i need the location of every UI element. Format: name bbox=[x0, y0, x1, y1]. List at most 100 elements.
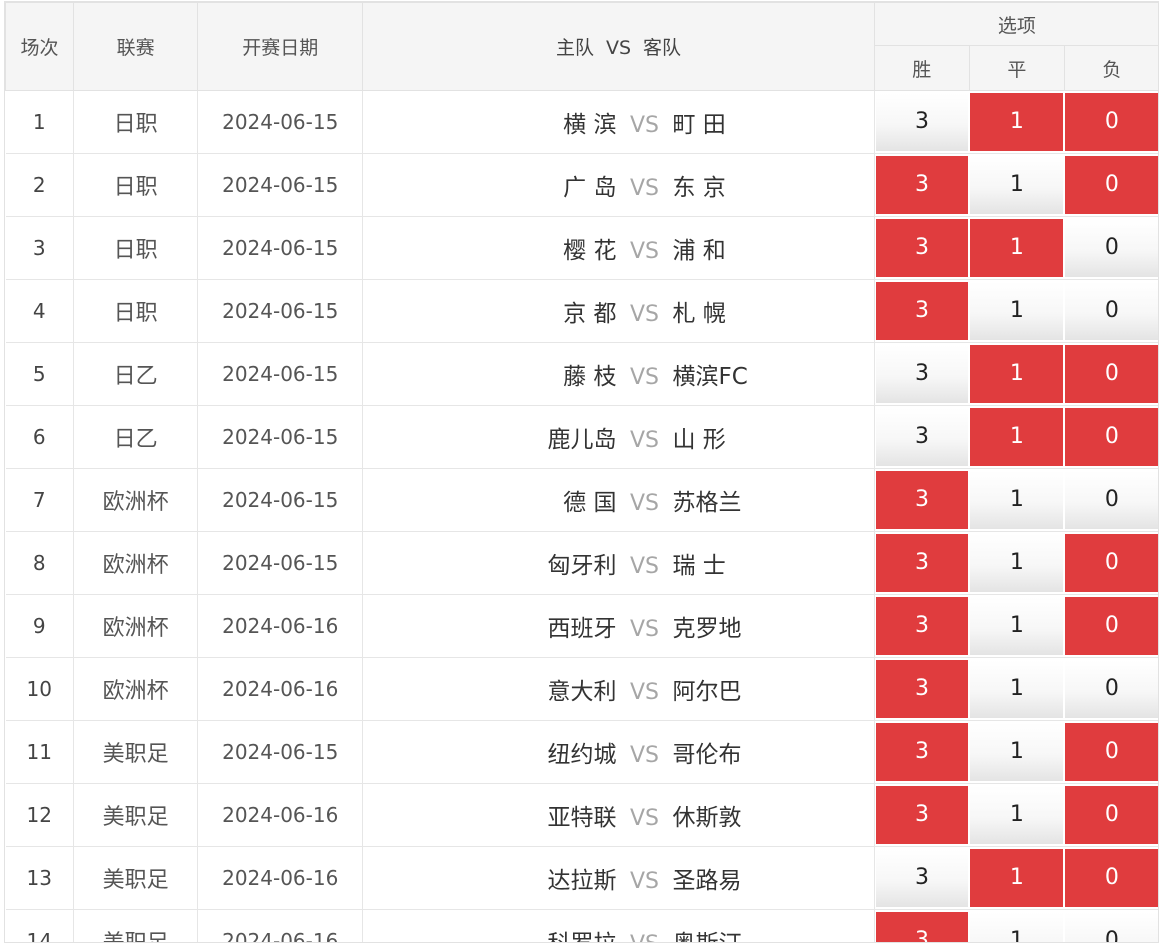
option-win-button[interactable]: 3 bbox=[875, 597, 969, 655]
option-cell: 0 bbox=[1064, 468, 1158, 532]
match-teams: 意大利 VS 阿尔巴 bbox=[362, 657, 875, 721]
option-cell: 0 bbox=[1064, 279, 1158, 343]
option-win-button[interactable]: 3 bbox=[875, 471, 969, 529]
option-lose-button[interactable]: 0 bbox=[1065, 408, 1158, 466]
option-lose-button[interactable]: 0 bbox=[1065, 471, 1158, 529]
match-league: 日乙 bbox=[73, 342, 199, 406]
option-win-button[interactable]: 3 bbox=[875, 408, 969, 466]
header-away-label: 客队 bbox=[643, 37, 682, 59]
option-draw-button[interactable]: 1 bbox=[970, 660, 1064, 718]
match-league: 欧洲杯 bbox=[73, 468, 199, 532]
option-draw-button[interactable]: 1 bbox=[970, 723, 1064, 781]
header-league: 联赛 bbox=[73, 2, 199, 91]
option-win-button[interactable]: 3 bbox=[875, 660, 969, 718]
away-team: 苏格兰 bbox=[672, 490, 742, 516]
option-lose-button[interactable]: 0 bbox=[1065, 723, 1158, 781]
option-lose-button[interactable]: 0 bbox=[1065, 93, 1158, 151]
home-team: 藤 枝 bbox=[563, 364, 617, 390]
header-no: 场次 bbox=[5, 2, 75, 91]
option-cell: 1 bbox=[969, 909, 1065, 942]
match-no: 8 bbox=[5, 531, 75, 595]
match-league: 日职 bbox=[73, 216, 199, 280]
option-win-button[interactable]: 3 bbox=[875, 156, 969, 214]
option-lose-button[interactable]: 0 bbox=[1065, 912, 1158, 942]
header-win: 胜 bbox=[873, 45, 970, 91]
option-draw-button[interactable]: 1 bbox=[970, 156, 1064, 214]
match-no: 10 bbox=[5, 657, 75, 721]
option-draw-button[interactable]: 1 bbox=[970, 534, 1064, 592]
match-league: 美职足 bbox=[73, 909, 199, 942]
match-teams: 京 都 VS 札 幌 bbox=[362, 279, 875, 343]
option-draw-button[interactable]: 1 bbox=[970, 471, 1064, 529]
option-lose-button[interactable]: 0 bbox=[1065, 282, 1158, 340]
vs-label: VS bbox=[629, 491, 659, 516]
match-date: 2024-06-15 bbox=[197, 279, 364, 343]
option-draw-button[interactable]: 1 bbox=[970, 219, 1064, 277]
option-cell: 3 bbox=[874, 531, 970, 595]
option-cell: 3 bbox=[874, 657, 970, 721]
option-draw-button[interactable]: 1 bbox=[970, 912, 1064, 942]
option-draw-button[interactable]: 1 bbox=[970, 786, 1064, 844]
option-win-button[interactable]: 3 bbox=[875, 912, 969, 942]
option-draw-button[interactable]: 1 bbox=[970, 597, 1064, 655]
vs-label: VS bbox=[629, 554, 659, 579]
header-vs: VS bbox=[605, 37, 632, 59]
match-teams: 鹿儿岛 VS 山 形 bbox=[362, 405, 875, 469]
option-draw-button[interactable]: 1 bbox=[970, 849, 1064, 907]
match-date: 2024-06-15 bbox=[197, 531, 364, 595]
match-league: 欧洲杯 bbox=[73, 531, 199, 595]
match-no: 14 bbox=[5, 909, 75, 942]
match-teams: 藤 枝 VS 横滨FC bbox=[362, 342, 875, 406]
option-cell: 3 bbox=[874, 846, 970, 910]
header-home-label: 主队 bbox=[555, 37, 594, 59]
match-teams: 西班牙 VS 克罗地 bbox=[362, 594, 875, 658]
option-lose-button[interactable]: 0 bbox=[1065, 849, 1158, 907]
table-row: 9 欧洲杯 2024-06-16 西班牙 VS 克罗地 3 1 0 bbox=[5, 594, 1158, 658]
home-team: 广 岛 bbox=[563, 175, 617, 201]
match-teams: 匈牙利 VS 瑞 士 bbox=[362, 531, 875, 595]
home-team: 纽约城 bbox=[547, 742, 617, 768]
option-win-button[interactable]: 3 bbox=[875, 723, 969, 781]
away-team: 哥伦布 bbox=[672, 742, 742, 768]
option-draw-button[interactable]: 1 bbox=[970, 345, 1064, 403]
option-cell: 3 bbox=[874, 720, 970, 784]
option-cell: 0 bbox=[1064, 783, 1158, 847]
option-draw-button[interactable]: 1 bbox=[970, 93, 1064, 151]
option-win-button[interactable]: 3 bbox=[875, 786, 969, 844]
option-cell: 0 bbox=[1064, 531, 1158, 595]
match-teams: 亚特联 VS 休斯敦 bbox=[362, 783, 875, 847]
option-win-button[interactable]: 3 bbox=[875, 219, 969, 277]
option-lose-button[interactable]: 0 bbox=[1065, 597, 1158, 655]
option-lose-button[interactable]: 0 bbox=[1065, 786, 1158, 844]
option-win-button[interactable]: 3 bbox=[875, 93, 969, 151]
match-date: 2024-06-16 bbox=[197, 909, 364, 942]
home-team: 京 都 bbox=[563, 301, 617, 327]
match-date: 2024-06-15 bbox=[197, 90, 364, 154]
option-draw-button[interactable]: 1 bbox=[970, 282, 1064, 340]
option-lose-button[interactable]: 0 bbox=[1065, 660, 1158, 718]
match-league: 日职 bbox=[73, 279, 199, 343]
option-cell: 3 bbox=[874, 90, 970, 154]
option-lose-button[interactable]: 0 bbox=[1065, 345, 1158, 403]
match-no: 4 bbox=[5, 279, 75, 343]
option-lose-button[interactable]: 0 bbox=[1065, 534, 1158, 592]
option-win-button[interactable]: 3 bbox=[875, 282, 969, 340]
home-team: 西班牙 bbox=[547, 616, 617, 642]
option-lose-button[interactable]: 0 bbox=[1065, 156, 1158, 214]
option-cell: 1 bbox=[969, 153, 1065, 217]
option-cell: 0 bbox=[1064, 657, 1158, 721]
option-win-button[interactable]: 3 bbox=[875, 345, 969, 403]
option-cell: 1 bbox=[969, 405, 1065, 469]
match-league: 美职足 bbox=[73, 720, 199, 784]
option-lose-button[interactable]: 0 bbox=[1065, 219, 1158, 277]
option-cell: 0 bbox=[1064, 594, 1158, 658]
option-win-button[interactable]: 3 bbox=[875, 849, 969, 907]
option-draw-button[interactable]: 1 bbox=[970, 408, 1064, 466]
option-win-button[interactable]: 3 bbox=[875, 534, 969, 592]
vs-label: VS bbox=[629, 617, 659, 642]
away-team: 克罗地 bbox=[672, 616, 742, 642]
away-team: 瑞 士 bbox=[672, 553, 726, 579]
match-no: 2 bbox=[5, 153, 75, 217]
option-cell: 3 bbox=[874, 279, 970, 343]
option-cell: 1 bbox=[969, 468, 1065, 532]
